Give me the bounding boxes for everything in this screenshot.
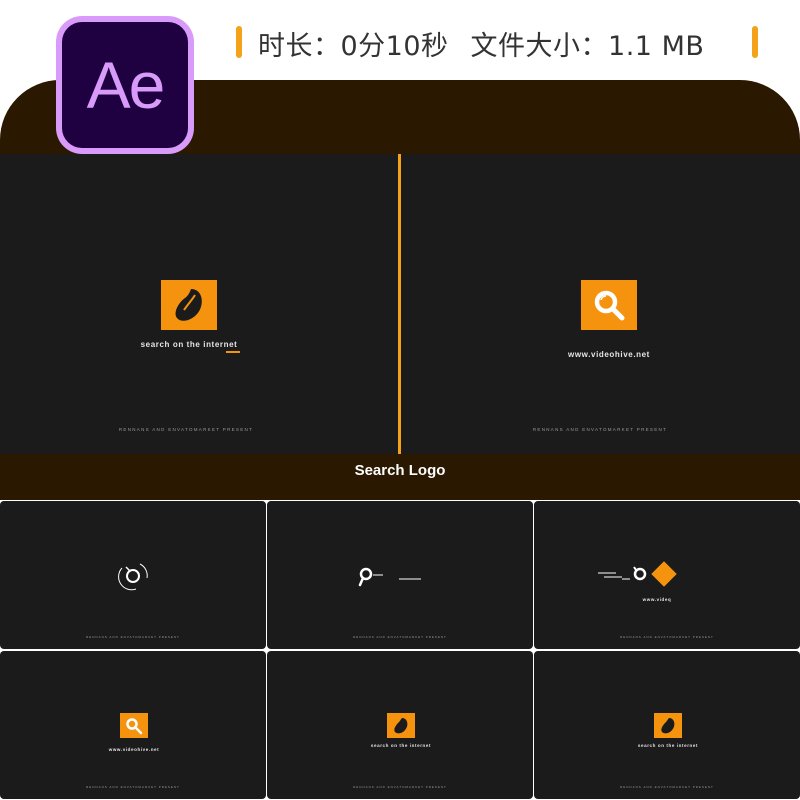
- thumbnail-tagline: www.videohive.net: [108, 747, 160, 752]
- preview-tagline: search on the internet: [140, 340, 238, 349]
- file-size-label: 文件大小：1.1 MB: [470, 31, 705, 62]
- magnifier-logo-icon: [120, 713, 148, 738]
- thumbnail-tagline: search on the internet: [637, 743, 699, 748]
- thumbnail-4[interactable]: www.videohive.net RENNANS AND ENVATOMARK…: [0, 651, 266, 799]
- header-bracket-right: [752, 26, 758, 58]
- thumbnail-footer: RENNANS AND ENVATOMARKET PRESENT: [353, 785, 447, 789]
- header-bracket-left: [236, 26, 242, 58]
- thumbnail-5[interactable]: search on the internet RENNANS AND ENVAT…: [267, 651, 533, 799]
- thumbnail-footer: RENNANS AND ENVATOMARKET PRESENT: [86, 635, 180, 639]
- thumbnail-footer: RENNANS AND ENVATOMARKET PRESENT: [620, 785, 714, 789]
- lens-dash-icon: [357, 565, 427, 593]
- duration-label: 时长：0分10秒: [258, 31, 449, 62]
- leaf-logo-icon: [387, 713, 415, 738]
- text-cursor: [226, 351, 240, 353]
- thumbnail-footer: RENNANS AND ENVATOMARKET PRESENT: [86, 785, 180, 789]
- preview-pane-left: search on the internet RENNANS AND ENVAT…: [0, 154, 398, 454]
- app-logo-text: Ae: [86, 48, 166, 122]
- after-effects-logo-icon: Ae: [56, 16, 194, 154]
- thumbnail-6[interactable]: search on the internet RENNANS AND ENVAT…: [534, 651, 800, 799]
- preview-tagline: www.videohive.net: [568, 350, 650, 359]
- thumbnail-3[interactable]: www.videq RENNANS AND ENVATOMARKET PRESE…: [534, 501, 800, 649]
- leaf-logo-icon: [161, 280, 217, 330]
- lens-diamond-icon: [596, 559, 688, 595]
- thumbnail-footer: RENNANS AND ENVATOMARKET PRESENT: [620, 635, 714, 639]
- thumbnail-1[interactable]: RENNANS AND ENVATOMARKET PRESENT: [0, 501, 266, 649]
- video-caption: Search Logo: [354, 462, 446, 479]
- header-info: 时长：0分10秒 文件大小：1.1 MB: [258, 24, 704, 64]
- thumbnail-2[interactable]: RENNANS AND ENVATOMARKET PRESENT: [267, 501, 533, 649]
- leaf-logo-icon: [654, 713, 682, 738]
- thumbnail-tagline: search on the internet: [370, 743, 432, 748]
- magnifier-logo-icon: [581, 280, 637, 330]
- preview-footer: RENNANS AND ENVATOMARKET PRESENT: [118, 427, 254, 432]
- preview-pane-right: www.videohive.net RENNANS AND ENVATOMARK…: [401, 154, 800, 454]
- thumbnail-footer: RENNANS AND ENVATOMARKET PRESENT: [353, 635, 447, 639]
- thumbnail-grid: RENNANS AND ENVATOMARKET PRESENT RENNANS…: [0, 500, 800, 800]
- rotating-lens-icon: [118, 561, 152, 595]
- preview-footer: RENNANS AND ENVATOMARKET PRESENT: [532, 427, 668, 432]
- thumbnail-tagline: www.videq: [642, 597, 672, 602]
